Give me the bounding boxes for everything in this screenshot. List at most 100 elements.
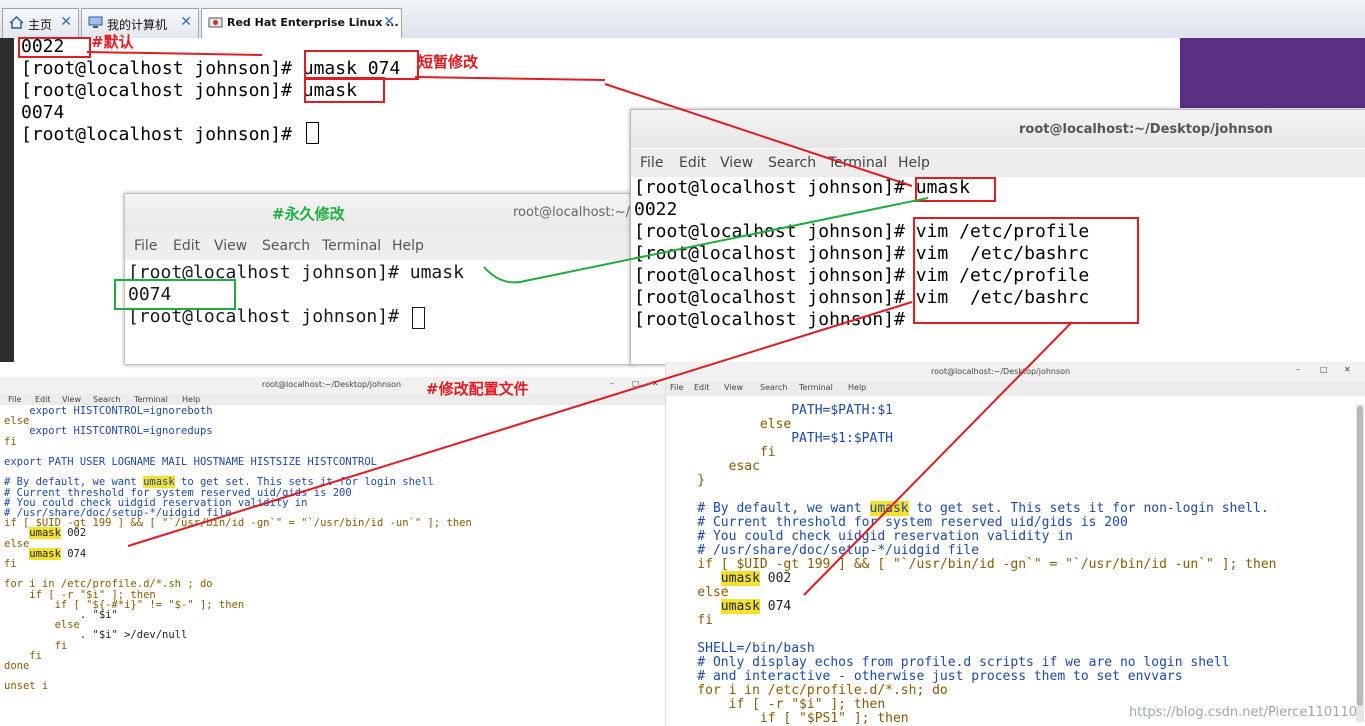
- vim-line: for i in /etc/profile.d/*.sh; do: [666, 683, 948, 698]
- vim-line: else: [666, 417, 792, 432]
- menu-view[interactable]: View: [62, 395, 81, 404]
- vim-line: else: [666, 585, 729, 600]
- menu-help[interactable]: Help: [898, 155, 930, 171]
- scrollbar[interactable]: [1356, 404, 1364, 722]
- menu-file[interactable]: File: [134, 238, 157, 254]
- minimize-icon[interactable]: –: [1296, 365, 1300, 374]
- menu-edit[interactable]: Edit: [694, 383, 710, 392]
- vim-line: # You could check uidgid reservation val…: [666, 529, 1073, 544]
- terminal-line: [root@localhost johnson]#: [634, 309, 916, 330]
- window-title: root@localhost:~/Desktop/johnson: [1019, 122, 1273, 137]
- highlight-box: [304, 50, 419, 80]
- cursor: [412, 307, 425, 329]
- menu-search[interactable]: Search: [768, 155, 816, 171]
- tab-home[interactable]: 主页 ✕: [2, 8, 79, 38]
- vim-line: export HISTCONTROL=ignoreboth: [4, 405, 213, 417]
- menu-view[interactable]: View: [720, 155, 753, 171]
- vim-line: fi: [666, 445, 776, 460]
- minimize-icon[interactable]: –: [610, 379, 614, 388]
- menu-view[interactable]: View: [214, 238, 247, 254]
- window-title: root@localhost:~/Desktop/johnson: [262, 380, 402, 389]
- menu-edit[interactable]: Edit: [35, 395, 51, 404]
- close-icon[interactable]: ✕: [383, 14, 395, 30]
- vim-window-bashrc[interactable]: root@localhost:~/Desktop/johnson – □ ✕ F…: [665, 362, 1365, 726]
- vim-line: SHELL=/bin/bash: [666, 641, 815, 656]
- annotation-temp: 短暂修改: [418, 53, 479, 71]
- highlight-box: [913, 217, 1139, 324]
- vm-icon: [208, 16, 223, 29]
- vim-line: done: [4, 660, 30, 672]
- search-highlight: umask: [29, 547, 61, 560]
- maximize-icon[interactable]: □: [632, 379, 640, 388]
- menu-bar: File Edit View Search Terminal Help: [666, 382, 1365, 396]
- console-line: 0074: [21, 102, 65, 123]
- menu-terminal[interactable]: Terminal: [322, 238, 381, 254]
- vim-line: export HISTCONTROL=ignoredups: [4, 425, 213, 438]
- terminal-body[interactable]: [root@localhost johnson]# umask 0074 [ro…: [125, 260, 633, 364]
- highlight-box: [18, 37, 91, 58]
- window-titlebar: root@localhost:~/Desktop/johnson – □ ✕: [0, 377, 665, 394]
- vim-editor-body[interactable]: PATH=$PATH:$1 else PATH=$1:$PATH fi esac…: [666, 404, 1354, 726]
- search-highlight: umask: [29, 527, 61, 540]
- menu-file[interactable]: File: [640, 155, 663, 171]
- vim-line: fi: [666, 613, 713, 628]
- console-edge: [0, 38, 14, 362]
- vim-editor-body[interactable]: export HISTCONTROL=ignoreboth else export…: [4, 406, 665, 726]
- close-icon[interactable]: ✕: [652, 379, 659, 388]
- vim-line: fi: [4, 435, 17, 448]
- menu-help[interactable]: Help: [182, 395, 200, 404]
- vim-line: PATH=$PATH:$1: [666, 403, 893, 418]
- menu-search[interactable]: Search: [760, 383, 787, 392]
- vim-line: # Current threshold for system reserved …: [666, 515, 1128, 530]
- menu-search[interactable]: Search: [262, 238, 310, 254]
- vim-line: # /usr/share/doc/setup-*/uidgid file: [666, 543, 980, 558]
- window-title: root@localhost:~/Desktop/johnson: [931, 367, 1071, 376]
- window-titlebar: root@localhost:~/Desktop/johnson: [631, 110, 1365, 148]
- menu-bar: File Edit View Search Terminal Help: [125, 232, 633, 260]
- menu-terminal[interactable]: Terminal: [799, 383, 833, 392]
- highlight-box: [304, 77, 385, 103]
- menu-edit[interactable]: Edit: [173, 238, 200, 254]
- vim-line: if [ "$PS1" ]; then: [666, 711, 909, 726]
- menu-file[interactable]: File: [8, 395, 21, 404]
- vim-line: unset i: [4, 680, 49, 693]
- vim-window-profile[interactable]: root@localhost:~/Desktop/johnson – □ ✕ F…: [0, 377, 665, 726]
- highlight-box-green: [114, 279, 236, 310]
- menu-help[interactable]: Help: [848, 383, 866, 392]
- menu-search[interactable]: Search: [93, 395, 120, 404]
- tab-rhel[interactable]: Red Hat Enterprise Linux ... ✕: [201, 8, 402, 38]
- annotation-config: #修改配置文件: [426, 380, 529, 398]
- tab-home-label: 主页: [28, 18, 53, 32]
- menu-terminal[interactable]: Terminal: [134, 395, 168, 404]
- menu-file[interactable]: File: [670, 383, 683, 392]
- close-icon[interactable]: ✕: [180, 14, 192, 30]
- annotation-default: #默认: [91, 33, 134, 51]
- computer-icon: [88, 16, 103, 29]
- vim-line: export PATH USER LOGNAME MAIL HOSTNAME H…: [4, 456, 377, 468]
- search-highlight: umask: [869, 501, 909, 516]
- window-titlebar: root@localhost:~/: [125, 194, 633, 232]
- scrollbar-thumb[interactable]: [1357, 406, 1363, 706]
- vmware-tab-bar: 主页 ✕ 我的计算机 ✕ Red Hat Enterprise Linux ..…: [0, 0, 1365, 39]
- vim-line: # By default, we want umask to get set. …: [666, 501, 1269, 516]
- vim-line: PATH=$1:$PATH: [666, 431, 893, 446]
- close-icon[interactable]: ✕: [60, 14, 72, 30]
- vim-line: esac: [666, 459, 760, 474]
- menu-edit[interactable]: Edit: [679, 155, 706, 171]
- search-highlight: umask: [720, 599, 760, 614]
- highlight-box: [915, 177, 996, 202]
- vim-line: fi: [4, 558, 17, 570]
- maximize-icon[interactable]: □: [1320, 365, 1328, 374]
- menu-view[interactable]: View: [724, 383, 743, 392]
- menu-terminal[interactable]: Terminal: [828, 155, 887, 171]
- terminal-line: 0022: [634, 199, 678, 220]
- vim-line: # Only display echos from profile.d scri…: [666, 655, 1230, 670]
- cursor: [306, 122, 319, 144]
- annotation-permanent: #永久修改: [272, 205, 345, 223]
- close-icon[interactable]: ✕: [1344, 365, 1351, 374]
- watermark: https://blog.csdn.net/Pierce110110: [1128, 705, 1357, 720]
- menu-help[interactable]: Help: [392, 238, 424, 254]
- vim-line: umask 074: [720, 599, 792, 614]
- vim-line: if [ $UID -gt 199 ] && [ "`/usr/bin/id -…: [666, 557, 1277, 572]
- vim-line: umask 002: [720, 571, 792, 586]
